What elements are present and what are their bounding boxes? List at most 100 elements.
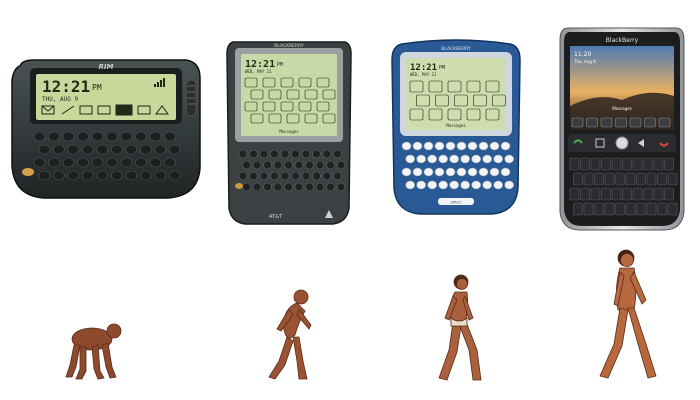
key [467,141,478,151]
key [96,144,109,155]
key [62,157,75,168]
key [615,117,627,128]
key [273,182,283,192]
key [604,172,615,186]
key [242,160,251,170]
key [449,180,459,190]
key [82,144,94,155]
device-rim-pager: RIM 12:21 PM THU, AUG 9 [11,59,201,199]
key [416,154,426,164]
key [478,167,489,177]
key [291,171,300,181]
device-blackberry-bold: BlackBerry 11:20 Thu, Aug 9 Messages [559,27,685,231]
bb3-footer-label: Messages [446,123,466,128]
modern-human-body [599,249,657,379]
key [504,154,514,164]
key [586,117,598,128]
key [125,170,138,181]
key [38,144,51,155]
key [590,187,601,201]
figure-quadruped-ape [65,323,122,380]
key [615,172,625,186]
key [273,160,283,170]
key [91,157,104,168]
key [569,157,580,171]
key [622,187,632,201]
key [270,171,279,181]
key [657,172,667,186]
key [423,167,434,177]
key [646,202,657,216]
key [482,180,492,190]
key [583,202,594,216]
key [493,180,503,190]
key [636,172,646,186]
key [169,170,181,181]
key [120,157,133,168]
bb2-screen-date: WED, MAY 21 [245,69,272,74]
key [471,154,481,164]
key [120,131,133,142]
key [106,157,118,168]
key [315,182,325,192]
pager-trackwheel [185,79,197,117]
key [140,144,152,155]
key [657,202,667,216]
bold-brand: BlackBerry [606,37,639,44]
key [154,144,167,155]
key [449,154,459,164]
key [284,182,293,192]
key [583,172,594,186]
bold-footer-label: Messages [612,106,632,111]
key [263,160,272,170]
device-blackberry-grey: BLACKBERRY 12:21 PM WED, MAY 21 Messages… [226,41,352,225]
key [569,187,580,201]
key [611,187,622,201]
key [280,149,290,159]
key [632,187,643,201]
bb2-brand: BLACKBERRY [274,43,304,49]
key [249,149,258,159]
pager-brand: RIM [99,63,114,71]
key [456,167,467,177]
bb3-space-label: SPACE [450,201,461,205]
key [154,170,167,181]
key [427,180,437,190]
key [164,157,176,168]
key [405,154,415,164]
key [622,157,632,171]
key [164,131,176,142]
key [489,141,500,151]
key [53,170,65,181]
key [664,187,674,201]
pager-screen-date: THU, AUG 9 [42,96,79,103]
key [438,154,448,164]
key [135,131,147,142]
pager-screen-time: 12:21 [42,77,90,96]
figure-hunched-hominid [268,289,312,380]
key [600,117,613,128]
key [111,170,123,181]
key [594,202,604,216]
key [416,180,426,190]
key [423,141,434,151]
key [601,187,611,201]
key [106,131,118,142]
key [643,187,653,201]
pager-screen-ampm: PM [92,83,102,92]
key [67,170,80,181]
bb3-brand: BLACKBERRY [441,46,471,52]
key [48,157,60,168]
key [305,182,314,192]
evolution-comparison-image: RIM 12:21 PM THU, AUG 9 BLACKBERRY 12:21… [0,0,700,400]
key [434,167,445,177]
key [590,157,601,171]
key [294,182,304,192]
key [305,160,314,170]
pager-alt-key [22,168,34,176]
key [238,171,248,181]
key [326,182,335,192]
key [301,149,311,159]
key [48,131,60,142]
key [67,144,80,155]
